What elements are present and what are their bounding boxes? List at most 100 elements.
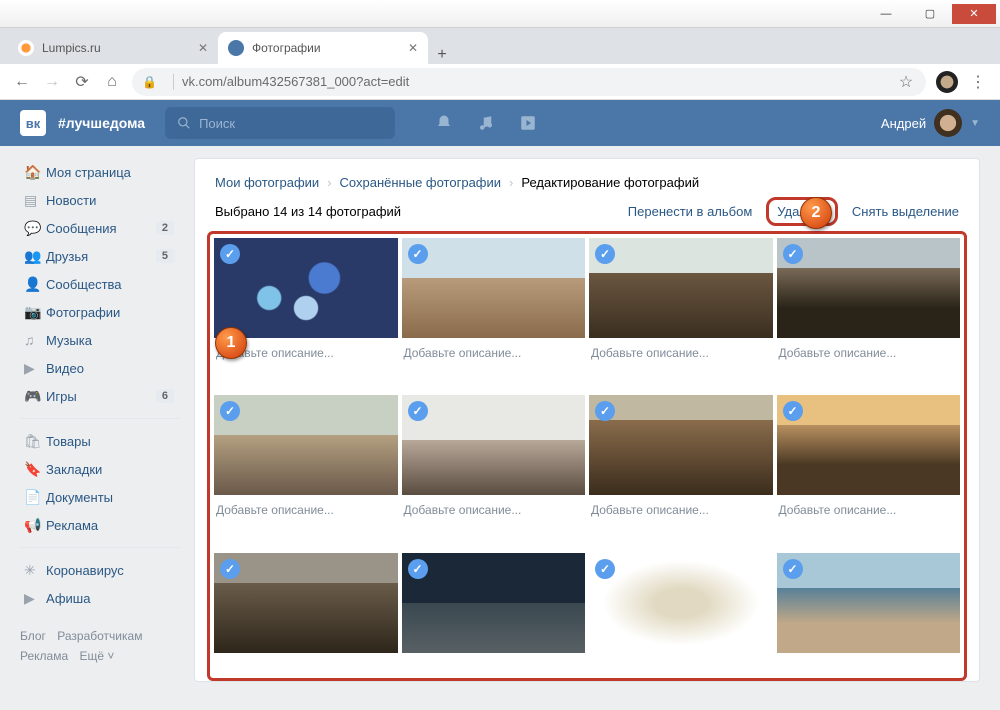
sidebar: 🏠Моя страница▤Новости💬Сообщения2👥Друзья5… (20, 158, 180, 682)
window-maximize[interactable]: ▢ (908, 4, 952, 24)
sidebar-item-ads[interactable]: 📢Реклама (20, 511, 180, 539)
browser-toolbar: ← → ⟳ ⌂ 🔒 vk.com/album432567381_000?act=… (0, 64, 1000, 100)
sidebar-item-covid[interactable]: ✳Коронавирус (20, 556, 180, 584)
sidebar-badge: 2 (156, 221, 174, 235)
sidebar-item-market[interactable]: 🛍Товары (20, 427, 180, 455)
sidebar-item-friends[interactable]: 👥Друзья5 (20, 242, 180, 270)
footer-link[interactable]: Ещё ˅ (79, 649, 114, 663)
footer-link[interactable]: Реклама (20, 649, 68, 663)
sidebar-item-games[interactable]: 🎮Игры 6 (20, 382, 180, 410)
photo-cell: Добавьте описание... (777, 238, 961, 391)
vk-favicon (228, 40, 244, 56)
new-tab-button[interactable]: + (428, 46, 456, 64)
photo-thumbnail[interactable] (777, 553, 961, 653)
hashtag-link[interactable]: #лучшедома (58, 115, 145, 131)
sidebar-item-afisha[interactable]: ▶Афиша (20, 584, 180, 612)
photo-thumbnail[interactable] (777, 395, 961, 495)
photo-description-input[interactable]: Добавьте описание... (214, 495, 398, 527)
photo-description-input[interactable]: Добавьте описание... (402, 338, 586, 370)
user-avatar (934, 109, 962, 137)
star-icon[interactable]: ☆ (896, 72, 916, 92)
selection-check-icon[interactable] (220, 559, 240, 579)
photo-thumbnail[interactable] (589, 553, 773, 653)
selection-check-icon[interactable] (408, 401, 428, 421)
browser-tab-lumpics[interactable]: Lumpics.ru ✕ (8, 32, 218, 64)
sidebar-item-label: Игры (46, 389, 77, 404)
selection-check-icon[interactable] (595, 401, 615, 421)
sidebar-item-docs[interactable]: 📄Документы (20, 483, 180, 511)
sidebar-item-msg[interactable]: 💬Сообщения2 (20, 214, 180, 242)
selection-check-icon[interactable] (220, 401, 240, 421)
vk-logo[interactable]: вк (20, 110, 46, 136)
games-icon: 🎮 (24, 388, 46, 405)
sidebar-item-groups[interactable]: 👤Сообщества (20, 270, 180, 298)
window-close[interactable]: ✕ (952, 4, 996, 24)
browser-tab-photos[interactable]: Фотографии ✕ (218, 32, 428, 64)
sidebar-item-label: Музыка (46, 333, 92, 348)
notifications-icon[interactable] (435, 114, 453, 132)
sidebar-item-video[interactable]: ▶Видео (20, 354, 180, 382)
deselect-button[interactable]: Снять выделение (852, 204, 959, 219)
play-icon[interactable] (519, 114, 537, 132)
selection-check-icon[interactable] (408, 244, 428, 264)
breadcrumb-link-album[interactable]: Сохранённые фотографии (340, 175, 501, 190)
selection-check-icon[interactable] (783, 401, 803, 421)
photo-thumbnail[interactable] (214, 238, 398, 338)
tab-title: Lumpics.ru (42, 41, 101, 55)
photo-thumbnail[interactable] (214, 395, 398, 495)
bookmarks-icon: 🔖 (24, 461, 46, 478)
user-menu[interactable]: Андрей ▼ (881, 109, 980, 137)
photo-thumbnail[interactable] (589, 395, 773, 495)
ads-icon: 📢 (24, 517, 46, 534)
photo-cell (402, 553, 586, 674)
sidebar-item-news[interactable]: ▤Новости (20, 186, 180, 214)
covid-icon: ✳ (24, 562, 46, 579)
selection-check-icon[interactable] (595, 559, 615, 579)
user-name: Андрей (881, 116, 926, 131)
selection-check-icon[interactable] (220, 244, 240, 264)
selection-check-icon[interactable] (408, 559, 428, 579)
sidebar-item-label: Новости (46, 193, 96, 208)
photo-description-input[interactable]: Добавьте описание... (777, 495, 961, 527)
reload-button[interactable]: ⟳ (72, 72, 92, 92)
close-tab-icon[interactable]: ✕ (198, 41, 208, 55)
photo-thumbnail[interactable] (402, 395, 586, 495)
header-icons (435, 114, 537, 132)
browser-menu-icon[interactable]: ⋮ (968, 72, 988, 92)
photo-description-input[interactable]: Добавьте описание... (589, 338, 773, 370)
market-icon: 🛍 (24, 433, 46, 450)
home-button[interactable]: ⌂ (102, 73, 122, 91)
breadcrumb-current: Редактирование фотографий (521, 175, 699, 190)
window-minimize[interactable]: — (864, 4, 908, 24)
tab-title: Фотографии (252, 41, 321, 55)
sidebar-item-music[interactable]: ♫Музыка (20, 326, 180, 354)
music-icon[interactable] (477, 114, 495, 132)
photo-thumbnail[interactable] (402, 238, 586, 338)
photo-description-input[interactable]: Добавьте описание... (777, 338, 961, 370)
photo-thumbnail[interactable] (777, 238, 961, 338)
photo-thumbnail[interactable] (589, 238, 773, 338)
browser-profile-avatar[interactable] (936, 71, 958, 93)
footer-link[interactable]: Разработчикам (57, 629, 142, 643)
sidebar-item-photos[interactable]: 📷Фотографии (20, 298, 180, 326)
breadcrumb-link-root[interactable]: Мои фотографии (215, 175, 319, 190)
address-bar[interactable]: 🔒 vk.com/album432567381_000?act=edit ☆ (132, 68, 926, 96)
selection-check-icon[interactable] (783, 559, 803, 579)
sidebar-badge: 6 (156, 389, 174, 403)
sidebar-item-bookmarks[interactable]: 🔖Закладки (20, 455, 180, 483)
search-input[interactable]: Поиск (165, 107, 395, 139)
back-button[interactable]: ← (12, 73, 32, 91)
close-tab-icon[interactable]: ✕ (408, 41, 418, 55)
selection-check-icon[interactable] (783, 244, 803, 264)
move-to-album-button[interactable]: Перенести в альбом (628, 204, 753, 219)
search-icon (177, 116, 191, 130)
sidebar-item-home[interactable]: 🏠Моя страница (20, 158, 180, 186)
forward-button[interactable]: → (42, 73, 62, 91)
footer-link[interactable]: Блог (20, 629, 46, 643)
photo-description-input[interactable]: Добавьте описание... (402, 495, 586, 527)
photo-description-input[interactable]: Добавьте описание... (589, 495, 773, 527)
photo-thumbnail[interactable] (402, 553, 586, 653)
photo-cell (777, 553, 961, 674)
selection-check-icon[interactable] (595, 244, 615, 264)
photo-thumbnail[interactable] (214, 553, 398, 653)
